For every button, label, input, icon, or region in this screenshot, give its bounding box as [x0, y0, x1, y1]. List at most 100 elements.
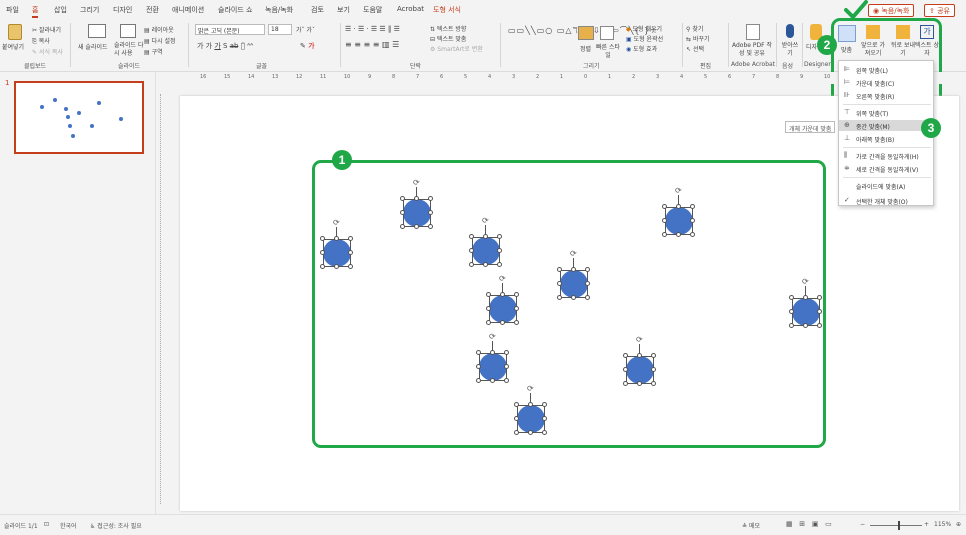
- resize-handle[interactable]: [803, 295, 808, 300]
- rotate-handle-icon[interactable]: ⟳: [527, 385, 535, 393]
- resize-handle[interactable]: [623, 367, 628, 372]
- arrange-button[interactable]: 정렬: [580, 44, 591, 53]
- spellcheck-icon[interactable]: ⊡: [44, 521, 49, 528]
- resize-handle[interactable]: [500, 320, 505, 325]
- resize-handle[interactable]: [803, 323, 808, 328]
- resize-handle[interactable]: [414, 224, 419, 229]
- circle-shape[interactable]: ⟳: [557, 250, 590, 300]
- resize-handle[interactable]: [334, 236, 339, 241]
- circle-shape[interactable]: ⟳: [320, 219, 353, 269]
- reset-button[interactable]: ▤ 다시 설정: [144, 36, 176, 45]
- align-menu-item[interactable]: ⊪ 오른쪽 맞춤(R): [839, 90, 935, 101]
- rotate-handle-icon[interactable]: ⟳: [489, 333, 497, 341]
- resize-handle[interactable]: [690, 204, 695, 209]
- resize-handle[interactable]: [514, 292, 519, 297]
- slide-thumbnail-1[interactable]: [14, 81, 144, 154]
- resize-handle[interactable]: [469, 262, 474, 267]
- resize-handle[interactable]: [637, 353, 642, 358]
- shape-effects-button[interactable]: ◉ 도형 효과: [626, 44, 657, 53]
- align-menu-item[interactable]: ⊫ 왼쪽 맞춤(L): [839, 64, 935, 75]
- resize-handle[interactable]: [676, 232, 681, 237]
- tab-file[interactable]: 파일: [6, 5, 19, 15]
- tab-transitions[interactable]: 전환: [146, 5, 159, 15]
- resize-handle[interactable]: [400, 210, 405, 215]
- font-style-buttons[interactable]: 가 가 가 S ab 간̈ ᴬᴬ: [197, 41, 253, 51]
- rotate-handle-icon[interactable]: ⟳: [570, 250, 578, 258]
- fit-slide-icon[interactable]: ⊕: [956, 521, 961, 528]
- resize-handle[interactable]: [514, 430, 519, 435]
- resize-handle[interactable]: [476, 378, 481, 383]
- resize-handle[interactable]: [469, 248, 474, 253]
- copy-button[interactable]: ⎘ 복사: [32, 36, 50, 46]
- record-button[interactable]: ◉ 녹음/녹화: [868, 4, 915, 17]
- resize-handle[interactable]: [400, 224, 405, 229]
- resize-handle[interactable]: [557, 295, 562, 300]
- resize-handle[interactable]: [414, 196, 419, 201]
- circle-shape[interactable]: ⟳: [623, 336, 656, 386]
- align-menu-item[interactable]: ≑ 세로 간격을 동일하게(V): [839, 163, 935, 174]
- resize-handle[interactable]: [497, 262, 502, 267]
- resize-handle[interactable]: [490, 350, 495, 355]
- rotate-handle-icon[interactable]: ⟳: [802, 278, 810, 286]
- resize-handle[interactable]: [651, 353, 656, 358]
- tab-home[interactable]: 홈: [32, 5, 39, 18]
- resize-handle[interactable]: [651, 367, 656, 372]
- resize-handle[interactable]: [504, 350, 509, 355]
- resize-handle[interactable]: [469, 234, 474, 239]
- resize-handle[interactable]: [557, 267, 562, 272]
- dictate-button[interactable]: 받아쓰기: [780, 42, 800, 58]
- resize-handle[interactable]: [585, 281, 590, 286]
- tab-design[interactable]: 디자인: [113, 5, 132, 15]
- find-button[interactable]: ⚲ 찾기: [686, 24, 703, 33]
- resize-handle[interactable]: [528, 430, 533, 435]
- resize-handle[interactable]: [320, 264, 325, 269]
- resize-handle[interactable]: [483, 262, 488, 267]
- resize-handle[interactable]: [676, 204, 681, 209]
- resize-handle[interactable]: [690, 218, 695, 223]
- quick-styles-button[interactable]: 빠른 스타일: [596, 44, 620, 60]
- layout-button[interactable]: ▤ 레이아웃: [144, 25, 174, 34]
- tab-review[interactable]: 검토: [311, 5, 324, 15]
- circle-shape[interactable]: ⟳: [400, 179, 433, 229]
- accessibility-button[interactable]: ♿ 접근성: 조사 필요: [90, 521, 142, 530]
- new-slide-button[interactable]: 새 슬라이드: [78, 42, 108, 51]
- resize-handle[interactable]: [571, 295, 576, 300]
- reuse-slides-button[interactable]: 슬라이드 다시 사용: [114, 42, 144, 58]
- tab-acrobat[interactable]: Acrobat: [397, 5, 424, 13]
- resize-handle[interactable]: [486, 320, 491, 325]
- resize-handle[interactable]: [320, 236, 325, 241]
- rotate-handle-icon[interactable]: ⟳: [499, 275, 507, 283]
- resize-handle[interactable]: [504, 364, 509, 369]
- resize-handle[interactable]: [623, 381, 628, 386]
- circle-shape[interactable]: ⟳: [789, 278, 822, 328]
- resize-handle[interactable]: [320, 250, 325, 255]
- section-button[interactable]: ▤ 구역: [144, 47, 163, 56]
- resize-handle[interactable]: [557, 281, 562, 286]
- resize-handle[interactable]: [817, 295, 822, 300]
- resize-handle[interactable]: [497, 234, 502, 239]
- resize-handle[interactable]: [542, 430, 547, 435]
- cut-button[interactable]: ✂ 잘라내기: [32, 25, 61, 34]
- tab-slideshow[interactable]: 슬라이드 쇼: [218, 5, 252, 15]
- notes-button[interactable]: ≜ 메모: [742, 521, 760, 530]
- resize-handle[interactable]: [400, 196, 405, 201]
- resize-handle[interactable]: [662, 204, 667, 209]
- resize-handle[interactable]: [514, 320, 519, 325]
- align-menu-item[interactable]: ⊥ 아래쪽 맞춤(B): [839, 133, 935, 144]
- resize-handle[interactable]: [348, 236, 353, 241]
- create-pdf-button[interactable]: Adobe PDF 작성 및 공유: [732, 42, 772, 58]
- resize-handle[interactable]: [789, 323, 794, 328]
- tab-animations[interactable]: 애니메이션: [172, 5, 204, 15]
- share-button[interactable]: ⇪ 공유: [924, 4, 955, 17]
- rotate-handle-icon[interactable]: ⟳: [482, 217, 490, 225]
- paste-button[interactable]: 붙여넣기: [2, 42, 24, 51]
- replace-button[interactable]: ⇆ 바꾸기: [686, 34, 710, 43]
- view-buttons[interactable]: ▦ ⊞ ▣ ▭: [786, 520, 832, 528]
- align-text-button[interactable]: ⊟ 텍스트 맞춤: [430, 34, 466, 43]
- tab-draw[interactable]: 그리기: [80, 5, 99, 15]
- resize-handle[interactable]: [348, 264, 353, 269]
- resize-handle[interactable]: [476, 350, 481, 355]
- resize-handle[interactable]: [585, 267, 590, 272]
- resize-handle[interactable]: [789, 295, 794, 300]
- tab-insert[interactable]: 삽입: [54, 5, 67, 15]
